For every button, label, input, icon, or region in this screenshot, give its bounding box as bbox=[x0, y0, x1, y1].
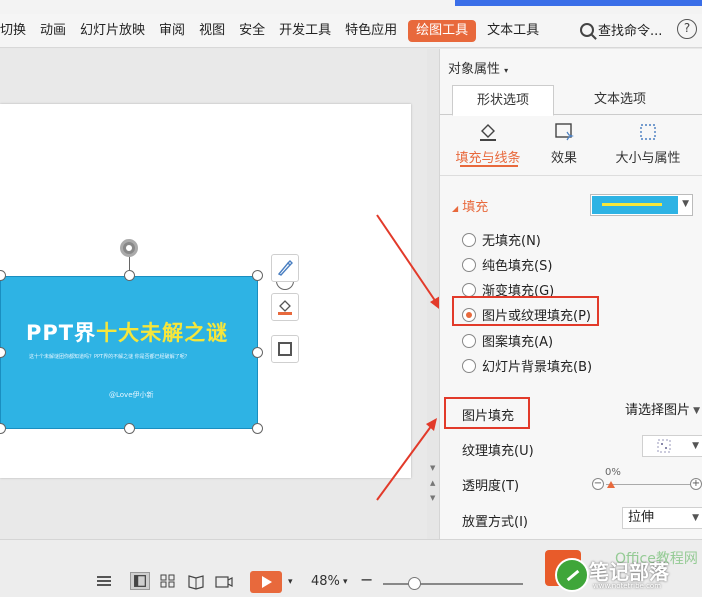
zoom-level[interactable]: 48% bbox=[311, 574, 340, 589]
select-picture-dropdown[interactable]: 请选择图片 ▼ bbox=[620, 401, 702, 423]
subtab-effects-label: 效果 bbox=[550, 151, 577, 166]
panel-title-dropdown-icon: ▾ bbox=[504, 66, 509, 75]
normal-view-icon[interactable] bbox=[130, 572, 150, 590]
radio-no-fill[interactable]: 无填充(N) bbox=[462, 230, 541, 249]
radio-button[interactable] bbox=[462, 358, 476, 373]
subtab-effects[interactable]: 效果 bbox=[524, 119, 604, 166]
zoom-level-dropdown[interactable]: ▾ bbox=[343, 577, 348, 587]
notes-icon[interactable] bbox=[95, 572, 115, 590]
radio-button[interactable] bbox=[462, 333, 476, 348]
panel-subtabs: 填充与线条 效果 大小与属性 bbox=[440, 119, 702, 173]
watermark-url: www.notetribe.com bbox=[593, 582, 662, 590]
transparency-slider[interactable]: − 0% + bbox=[590, 467, 702, 499]
radio-button[interactable] bbox=[462, 282, 476, 297]
highlight-box-picture-fill bbox=[452, 296, 599, 326]
watermark: Office教程网 笔记部落 www.notetribe.com bbox=[545, 545, 702, 597]
transparency-increase-button[interactable]: + bbox=[690, 478, 702, 490]
tab-shape-options[interactable]: 形状选项 bbox=[452, 85, 554, 116]
transparency-track[interactable] bbox=[606, 484, 692, 485]
presenter-view-icon[interactable] bbox=[214, 572, 234, 590]
chevron-down-icon: ▼ bbox=[692, 441, 699, 451]
collapse-triangle-icon: ◢ bbox=[452, 204, 459, 213]
fill-section-label: 填充 bbox=[462, 200, 489, 215]
effects-icon bbox=[555, 123, 574, 141]
panel-title-label: 对象属性 bbox=[448, 62, 501, 77]
radio-pattern-fill[interactable]: 图案填充(A) bbox=[462, 331, 553, 350]
zoom-out-button[interactable]: − bbox=[360, 570, 373, 589]
transparency-thumb[interactable] bbox=[607, 481, 615, 488]
annotation-arrow-2 bbox=[376, 424, 433, 501]
transparency-value: 0% bbox=[605, 467, 621, 478]
watermark-title: 笔记部落 bbox=[589, 560, 669, 584]
select-picture-value: 请选择图片 bbox=[625, 403, 691, 418]
radio-no-fill-label: 无填充(N) bbox=[482, 234, 541, 249]
fill-preview-image bbox=[592, 196, 678, 214]
subtab-fill-line-label: 填充与线条 bbox=[455, 151, 521, 166]
slide-sorter-icon[interactable] bbox=[158, 572, 178, 590]
transparency-label: 透明度(T) bbox=[462, 479, 520, 494]
transparency-decrease-button[interactable]: − bbox=[592, 478, 604, 490]
panel-divider bbox=[440, 175, 702, 176]
fill-section-header[interactable]: ◢ 填充 bbox=[452, 196, 488, 215]
subtab-fill-line[interactable]: 填充与线条 bbox=[448, 119, 528, 167]
radio-button[interactable] bbox=[462, 232, 476, 247]
annotation-arrow-1 bbox=[376, 214, 439, 306]
tab-text-options[interactable]: 文本选项 bbox=[560, 85, 680, 116]
radio-solid-fill-label: 纯色填充(S) bbox=[482, 259, 553, 274]
size-properties-icon bbox=[640, 124, 656, 140]
play-options-dropdown[interactable]: ▾ bbox=[288, 577, 293, 587]
radio-slide-background-fill-label: 幻灯片背景填充(B) bbox=[482, 360, 593, 375]
placement-value: 拉伸 bbox=[628, 510, 655, 525]
zoom-slider-track[interactable] bbox=[383, 583, 523, 585]
annotation-arrow-2-head bbox=[426, 418, 437, 431]
chevron-down-icon: ▼ bbox=[692, 513, 699, 523]
panel-tab-row: 形状选项 文本选项 bbox=[440, 85, 702, 116]
play-slideshow-button[interactable] bbox=[250, 571, 282, 593]
object-properties-panel: 对象属性 ▾ 形状选项 文本选项 填充与线条 效果 大小与属性 ◢ 填充 ▼ 无… bbox=[439, 49, 702, 539]
subtab-size-properties-label: 大小与属性 bbox=[615, 151, 681, 166]
pen-logo-icon bbox=[555, 558, 589, 592]
subtab-size-properties[interactable]: 大小与属性 bbox=[602, 119, 694, 166]
radio-button[interactable] bbox=[462, 257, 476, 272]
radio-slide-background-fill[interactable]: 幻灯片背景填充(B) bbox=[462, 356, 592, 375]
texture-fill-label: 纹理填充(U) bbox=[462, 444, 534, 459]
highlight-box-picture-fill-label bbox=[444, 397, 530, 429]
placement-dropdown[interactable]: 拉伸 ▼ bbox=[622, 507, 702, 529]
reading-view-icon[interactable] bbox=[186, 572, 206, 590]
chevron-down-icon: ▼ bbox=[693, 406, 700, 416]
fill-preview-dropdown[interactable]: ▼ bbox=[590, 194, 693, 216]
texture-fill-dropdown[interactable]: ▼ bbox=[642, 435, 702, 457]
radio-solid-fill[interactable]: 纯色填充(S) bbox=[462, 255, 552, 274]
radio-pattern-fill-label: 图案填充(A) bbox=[482, 335, 554, 350]
panel-title[interactable]: 对象属性 ▾ bbox=[448, 58, 508, 77]
fill-line-icon bbox=[480, 124, 496, 141]
chevron-down-icon: ▼ bbox=[682, 199, 689, 209]
placement-label: 放置方式(I) bbox=[462, 515, 528, 530]
zoom-slider-thumb[interactable] bbox=[408, 577, 421, 590]
texture-swatch-icon bbox=[657, 439, 671, 453]
